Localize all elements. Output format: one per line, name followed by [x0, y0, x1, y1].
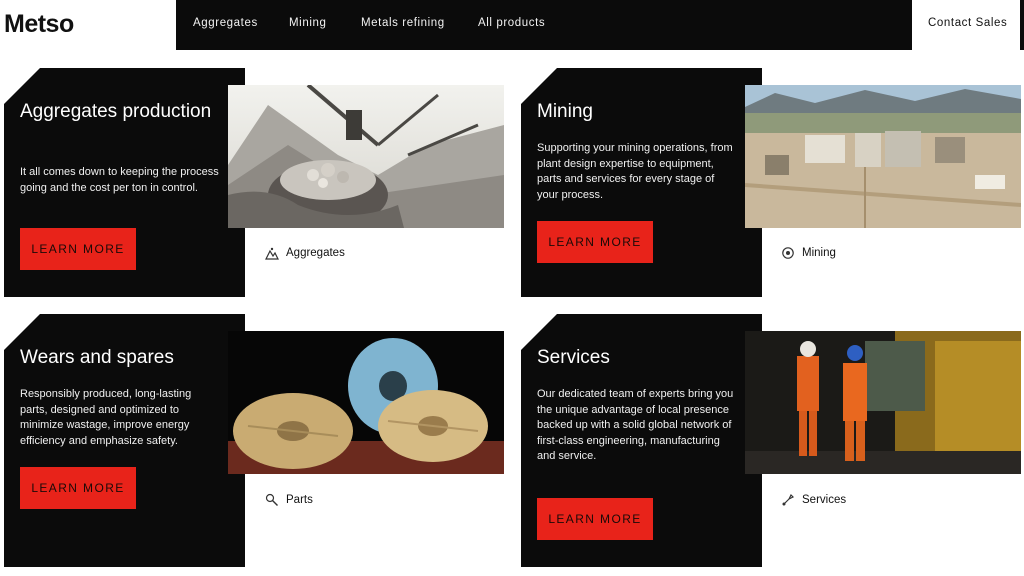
card-description: It all comes down to keeping the process… [20, 166, 219, 194]
card-wears-and-spares: Wears and spares Responsibly produced, l… [4, 314, 245, 567]
services-icon [782, 493, 795, 506]
card-services: Services Our dedicated team of experts b… [521, 314, 762, 567]
aggregates-photo [228, 85, 504, 228]
contact-sales-link[interactable]: Contact Sales [928, 17, 1007, 29]
learn-more-button[interactable]: LEARN MORE [20, 228, 136, 270]
tag-label: Parts [286, 494, 313, 506]
tag-parts[interactable]: Parts [265, 493, 313, 507]
mining-icon [782, 247, 794, 259]
services-photo [745, 331, 1021, 474]
tag-label: Mining [802, 247, 836, 259]
card-mining: Mining Supporting your mining operations… [521, 68, 762, 297]
learn-more-button[interactable]: LEARN MORE [537, 221, 653, 263]
card-description: Our dedicated team of experts bring you … [537, 388, 734, 462]
metso-logo[interactable]: Metso [4, 10, 74, 39]
tag-services[interactable]: Services [781, 493, 846, 507]
parts-photo [228, 331, 504, 474]
tag-label: Aggregates [286, 247, 345, 259]
learn-more-button[interactable]: LEARN MORE [537, 498, 653, 540]
top-nav: Aggregates Mining Metals refining All pr… [176, 0, 912, 50]
card-aggregates-production: Aggregates production It all comes down … [4, 68, 245, 297]
nav-all-products[interactable]: All products [478, 17, 545, 29]
card-title: Wears and spares [20, 347, 174, 368]
aggregates-icon [265, 247, 279, 260]
card-description: Supporting your mining operations, from … [537, 142, 733, 201]
header-edge-bar [1020, 0, 1024, 50]
tag-label: Services [802, 494, 847, 506]
nav-metals-refining[interactable]: Metals refining [361, 17, 445, 29]
card-description: Responsibly produced, long-lasting parts… [20, 388, 192, 447]
nav-aggregates[interactable]: Aggregates [193, 17, 258, 29]
tag-mining[interactable]: Mining [781, 246, 836, 260]
mining-photo [745, 85, 1021, 228]
card-title: Mining [537, 101, 593, 122]
tag-aggregates[interactable]: Aggregates [265, 246, 345, 260]
learn-more-button[interactable]: LEARN MORE [20, 467, 136, 509]
nav-mining[interactable]: Mining [289, 17, 326, 29]
card-title: Aggregates production [20, 101, 212, 122]
card-title: Services [537, 347, 610, 368]
parts-icon [265, 493, 278, 506]
